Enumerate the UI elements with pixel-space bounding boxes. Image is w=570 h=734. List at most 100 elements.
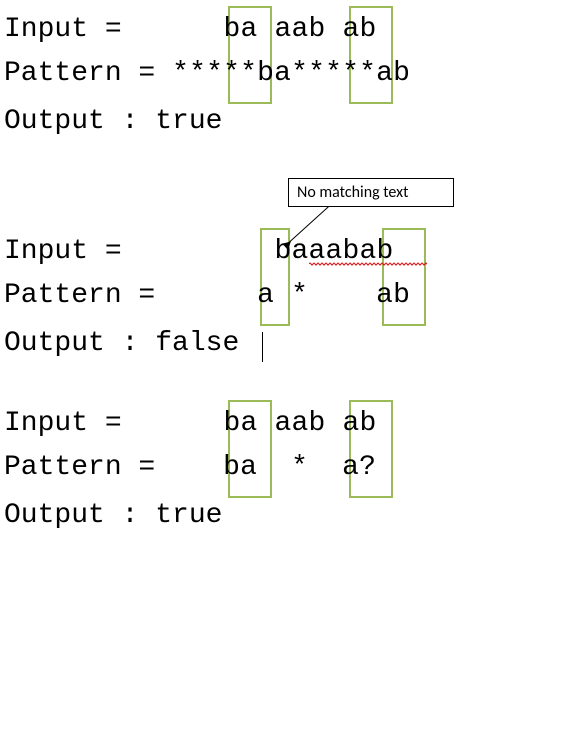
spacer-cell [172, 230, 189, 274]
char-cell: b [376, 230, 393, 274]
char-cell: * [342, 52, 359, 96]
spacer-cell [172, 446, 189, 490]
char-cell: a [274, 402, 291, 446]
output-row: Output : false [4, 322, 566, 366]
spacer-cell [172, 8, 189, 52]
char-cell [257, 402, 274, 446]
spacer-cell [240, 274, 257, 318]
output-label: Output : [4, 100, 155, 144]
input-row: Input = baaabab [4, 230, 566, 274]
output-label: Output : [4, 322, 155, 366]
char-cell: b [274, 230, 291, 274]
char-cell: * [223, 52, 240, 96]
char-cell: * [291, 446, 308, 490]
spacer-cell [206, 402, 223, 446]
char-cell: b [393, 52, 410, 96]
spacer-cell [206, 274, 223, 318]
input-row: Input = ba aab ab [4, 402, 566, 446]
char-cell: b [223, 402, 240, 446]
char-cell: a [274, 52, 291, 96]
char-cell [274, 274, 291, 318]
char-cell: a [274, 8, 291, 52]
char-cell: * [206, 52, 223, 96]
spacer-cell [138, 402, 155, 446]
example-3: Input = ba aab abPattern = ba * a?Output… [4, 402, 566, 538]
output-value: true [155, 494, 222, 538]
output-label: Output : [4, 494, 155, 538]
char-cell [325, 8, 342, 52]
char-cell [325, 402, 342, 446]
char-cell: b [359, 8, 376, 52]
char-cell: a [325, 230, 342, 274]
spacer-cell [223, 230, 240, 274]
char-cell: a [376, 52, 393, 96]
spacer-cell [138, 230, 155, 274]
pattern-row: Pattern = a * ab [4, 274, 566, 318]
char-cell [308, 274, 325, 318]
char-cell: a [342, 446, 359, 490]
char-cell: a [291, 8, 308, 52]
spacer-cell [172, 274, 189, 318]
char-cell: a [240, 8, 257, 52]
char-cell [257, 8, 274, 52]
callout-box: No matching text [288, 178, 454, 207]
example-2: No matching text Input = baaababPattern =… [4, 180, 566, 366]
char-cell: * [308, 52, 325, 96]
pattern-label: Pattern = [4, 52, 172, 96]
input-label: Input = [4, 402, 138, 446]
char-cell: a [342, 402, 359, 446]
output-value: false [155, 322, 239, 366]
spacer-cell [189, 230, 206, 274]
spacer-cell [240, 230, 257, 274]
pattern-label: Pattern = [4, 446, 172, 490]
char-cell: * [189, 52, 206, 96]
char-cell: * [359, 52, 376, 96]
spacer-cell [206, 230, 223, 274]
char-cell [257, 446, 274, 490]
pattern-row: Pattern = ba * a? [4, 446, 566, 490]
char-cell: b [393, 274, 410, 318]
spacer-cell [206, 8, 223, 52]
spacer-cell [223, 274, 240, 318]
char-cell: b [359, 402, 376, 446]
char-cell [359, 274, 376, 318]
char-cell: * [291, 52, 308, 96]
char-cell: b [342, 230, 359, 274]
char-cell: a [240, 402, 257, 446]
spacer-cell [189, 274, 206, 318]
output-row: Output : true [4, 100, 566, 144]
spacer-cell [155, 402, 172, 446]
input-label: Input = [4, 230, 138, 274]
char-cell [325, 446, 342, 490]
char-cell: * [172, 52, 189, 96]
spacer-cell [189, 8, 206, 52]
char-cell [342, 274, 359, 318]
char-cell [325, 274, 342, 318]
char-cell: b [308, 402, 325, 446]
input-row: Input = ba aab ab [4, 8, 566, 52]
char-cell: * [291, 274, 308, 318]
pattern-label: Pattern = [4, 274, 172, 318]
char-cell: b [257, 52, 274, 96]
char-cell: a [308, 230, 325, 274]
input-label: Input = [4, 8, 138, 52]
spacer-cell [257, 230, 274, 274]
spacer-cell [189, 402, 206, 446]
spacer-cell [172, 402, 189, 446]
spacer-cell [155, 230, 172, 274]
char-cell: * [240, 52, 257, 96]
char-cell: b [223, 446, 240, 490]
char-cell: a [359, 230, 376, 274]
char-cell: b [308, 8, 325, 52]
pattern-row: Pattern = *****ba*****ab [4, 52, 566, 96]
char-cell [308, 446, 325, 490]
spacer-cell [189, 446, 206, 490]
output-value: true [155, 100, 222, 144]
example-1: Input = ba aab abPattern = *****ba*****a… [4, 8, 566, 144]
char-cell: a [342, 8, 359, 52]
spacer-cell [155, 8, 172, 52]
char-cell: b [223, 8, 240, 52]
spacer-cell [138, 8, 155, 52]
char-cell: ? [359, 446, 376, 490]
output-row: Output : true [4, 494, 566, 538]
